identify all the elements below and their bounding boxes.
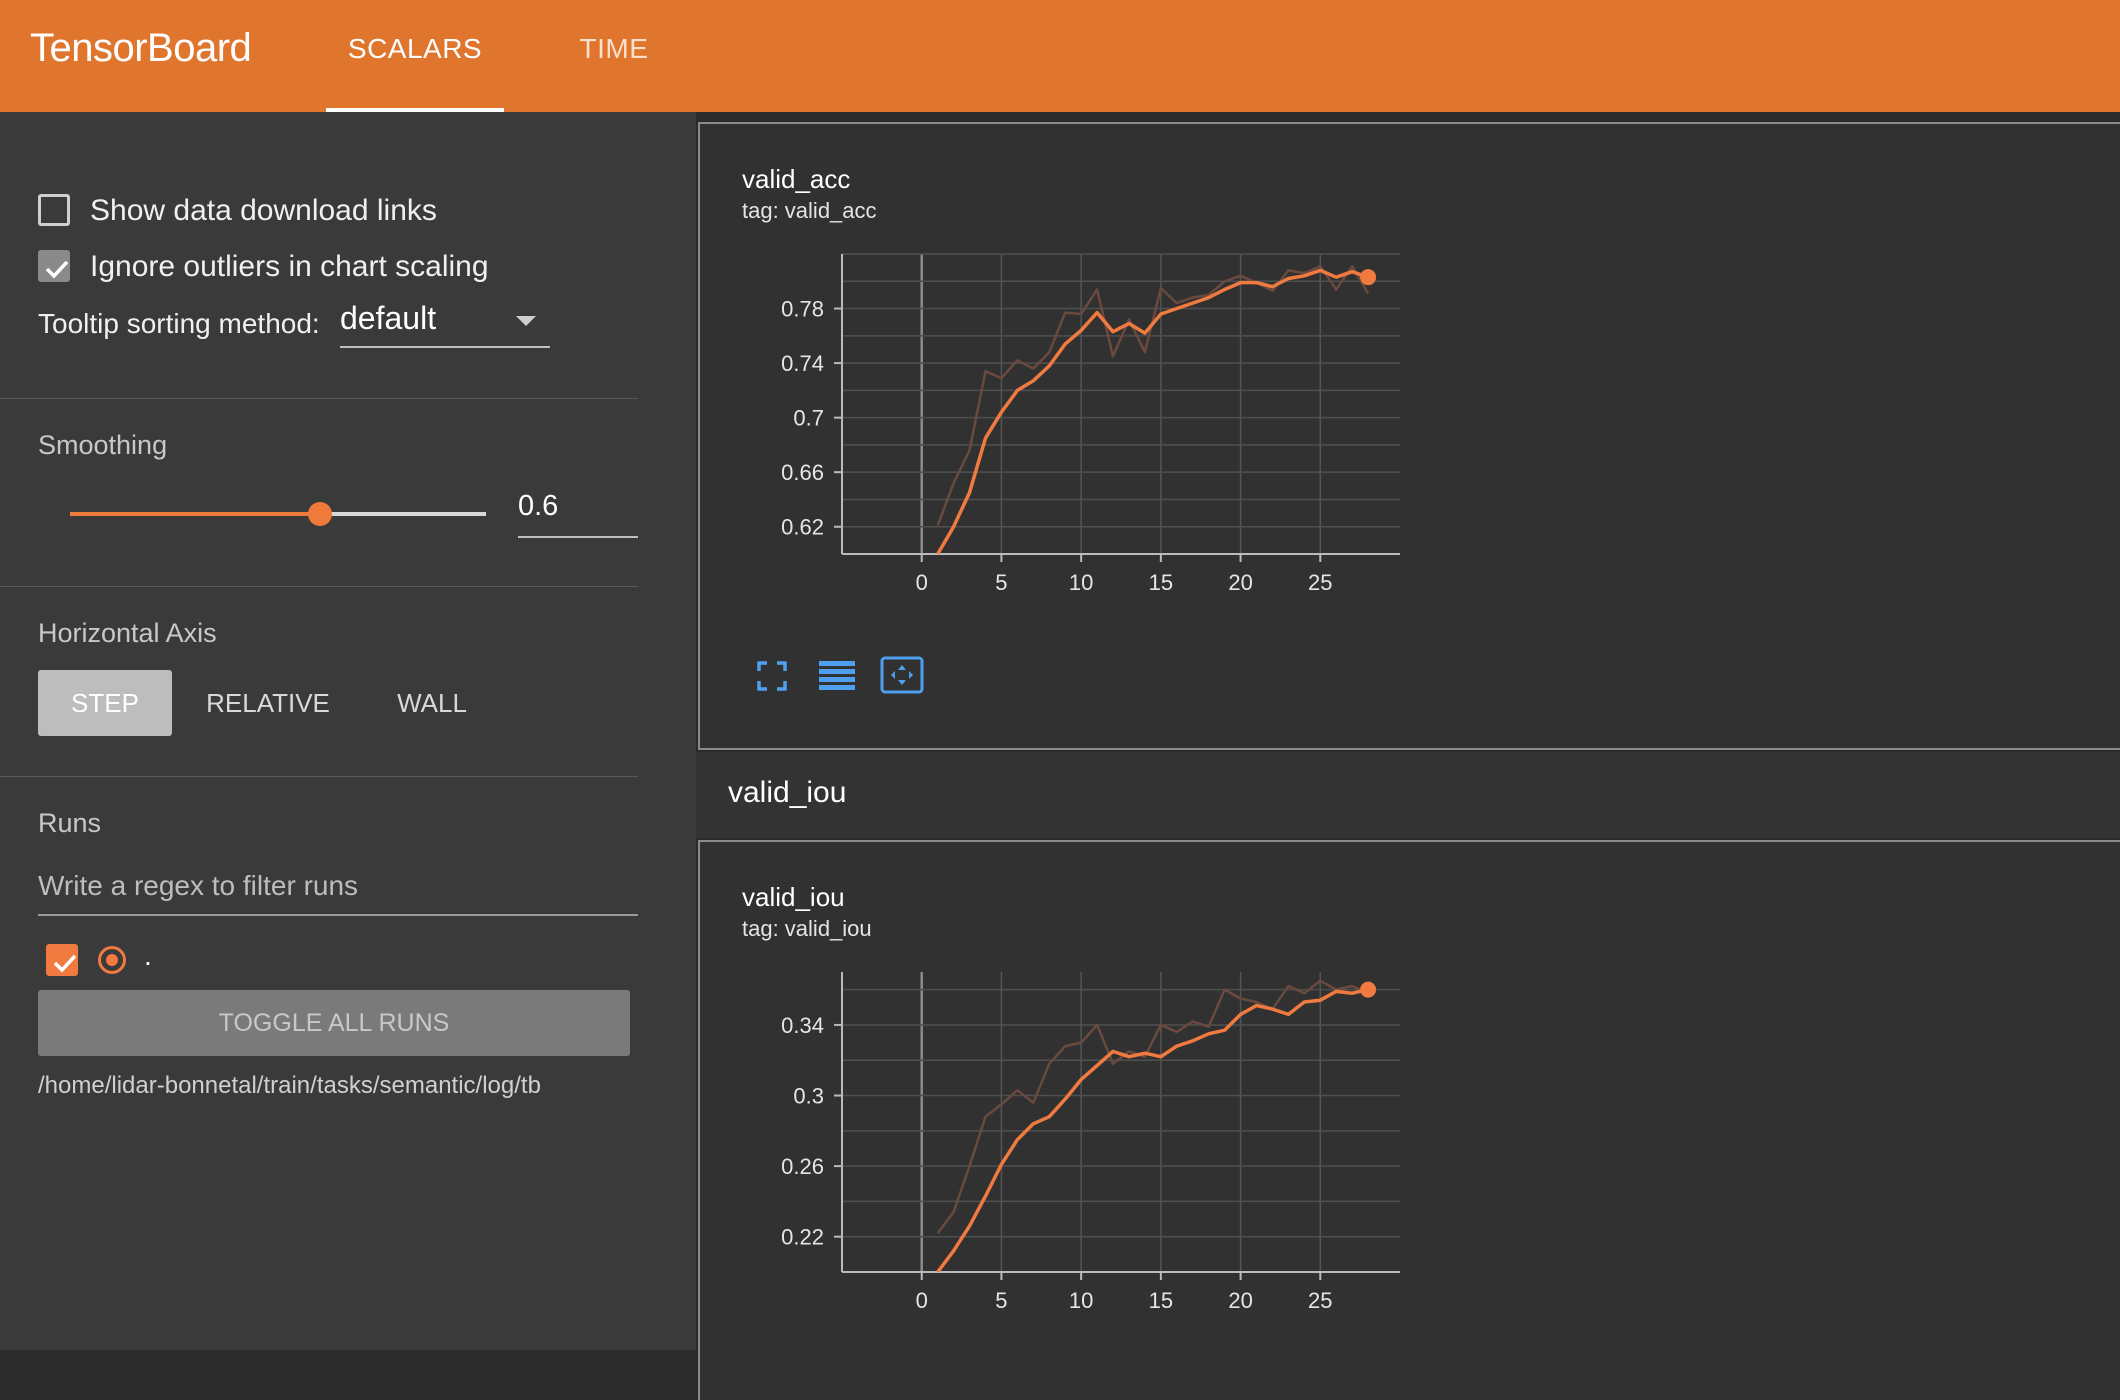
- valid-iou-chart[interactable]: 0.22 0.26 0.3 0.34 0 5 10 15 20 25: [700, 952, 1420, 1332]
- x-tick-label: 25: [1308, 570, 1332, 595]
- last-point-marker: [1360, 269, 1377, 286]
- raw-series-line: [936, 979, 1369, 1234]
- tab-time-series[interactable]: TIME SERIES: [524, 0, 704, 162]
- x-tick-label: 0: [916, 570, 928, 595]
- sidebar: Show data download links Ignore outliers…: [0, 112, 696, 1350]
- y-tick-label: 0.62: [781, 515, 824, 540]
- divider: [0, 776, 638, 777]
- divider: [0, 398, 638, 399]
- top-app-bar: TensorBoard SCALARS TIME SERIES: [0, 0, 2120, 162]
- runs-title: Runs: [38, 808, 102, 838]
- axis-step-button[interactable]: STEP: [38, 670, 172, 736]
- smoothing-slider-fill: [70, 512, 320, 516]
- show-download-links-checkbox[interactable]: [38, 194, 70, 226]
- y-tick-label: 0.34: [781, 1013, 824, 1038]
- x-tick-label: 5: [995, 1288, 1007, 1313]
- chart-card-title: valid_iou: [742, 882, 845, 912]
- x-tick-label: 15: [1149, 1288, 1173, 1313]
- smoothed-series-line: [936, 268, 1369, 554]
- main-content: valid_acc tag: valid_acc 0.62 0.66 0.7 0.74…: [696, 112, 2120, 1400]
- axis-wall-button[interactable]: WALL: [372, 670, 492, 736]
- y-tick-label: 0.74: [781, 351, 824, 376]
- ignore-outliers-label[interactable]: Ignore outliers in chart scaling: [90, 250, 489, 284]
- tag-group-header-valid-iou[interactable]: valid_iou: [696, 752, 2120, 838]
- tooltip-sort-value: default: [340, 300, 437, 336]
- x-tick-label: 15: [1149, 570, 1173, 595]
- show-download-links-label[interactable]: Show data download links: [90, 194, 437, 228]
- smoothing-input[interactable]: 0.6: [518, 490, 638, 538]
- y-tick-label: 0.26: [781, 1154, 824, 1179]
- x-tick-label: 5: [995, 570, 1007, 595]
- logdir-path: /home/lidar-bonnetal/train/tasks/semanti…: [38, 1072, 541, 1099]
- x-tick-label: 25: [1308, 1288, 1332, 1313]
- x-tick-label: 20: [1228, 570, 1252, 595]
- y-tick-label: 0.66: [781, 460, 824, 485]
- y-tick-label: 0.78: [781, 297, 824, 322]
- divider: [0, 586, 638, 587]
- x-tick-label: 20: [1228, 1288, 1252, 1313]
- last-point-marker: [1360, 981, 1377, 998]
- chart-card-tag: tag: valid_acc: [742, 198, 877, 223]
- fit-domain-icon[interactable]: [880, 656, 924, 694]
- run-name: .: [144, 940, 152, 971]
- tooltip-sort-select[interactable]: default: [340, 300, 550, 348]
- smoothing-slider-knob[interactable]: [307, 502, 332, 526]
- smoothing-title: Smoothing: [38, 430, 168, 460]
- toggle-all-runs-button[interactable]: TOGGLE ALL RUNS: [38, 990, 630, 1056]
- dropdown-caret-icon: [516, 316, 536, 326]
- tab-scalars[interactable]: SCALARS: [326, 0, 504, 112]
- y-tick-label: 0.3: [793, 1084, 824, 1109]
- tag-group-title: valid_iou: [728, 776, 847, 809]
- x-tick-label: 0: [916, 1288, 928, 1313]
- ignore-outliers-checkbox[interactable]: [38, 250, 70, 282]
- runs-filter-input[interactable]: Write a regex to filter runs: [38, 870, 638, 916]
- tooltip-sort-label: Tooltip sorting method:: [38, 308, 320, 339]
- fullscreen-icon[interactable]: [756, 660, 788, 692]
- chart-card-title: valid_acc: [742, 164, 851, 194]
- check-icon: [53, 954, 77, 973]
- y-tick-label: 0.22: [781, 1225, 824, 1250]
- app-brand: TensorBoard: [30, 26, 252, 70]
- chart-card-tag: tag: valid_iou: [742, 916, 872, 941]
- chart-card-valid-iou: valid_iou tag: valid_iou 0.22 0.26 0.3 0.34…: [698, 840, 2120, 1400]
- smoothing-slider[interactable]: [70, 502, 486, 526]
- chart-card-valid-acc: valid_acc tag: valid_acc 0.62 0.66 0.7 0.74…: [698, 122, 2120, 750]
- run-radio-button[interactable]: [98, 946, 126, 974]
- toggle-log-scale-icon[interactable]: [818, 660, 856, 692]
- y-tick-label: 0.7: [793, 406, 824, 431]
- x-tick-label: 10: [1069, 1288, 1093, 1313]
- run-checkbox[interactable]: [46, 944, 78, 976]
- valid-acc-chart[interactable]: 0.62 0.66 0.7 0.74 0.78 0 5 10 15 20 25: [700, 234, 1420, 614]
- axis-relative-button[interactable]: RELATIVE: [190, 670, 346, 736]
- check-icon: [45, 260, 69, 279]
- raw-series-line: [936, 265, 1370, 526]
- horizontal-axis-title: Horizontal Axis: [38, 618, 217, 648]
- x-tick-label: 10: [1069, 570, 1093, 595]
